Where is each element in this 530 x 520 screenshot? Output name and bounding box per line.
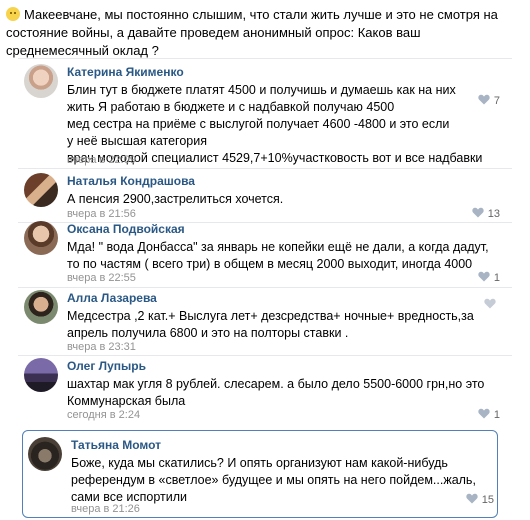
comment-time[interactable]: вчера в 22:55: [67, 271, 136, 285]
comment: Оксана Подвойская Мда! " вода Донбасса" …: [18, 221, 500, 285]
post-text: Макеевчане, мы постоянно слышим, что ста…: [6, 6, 511, 60]
like-button[interactable]: 15: [466, 493, 494, 507]
comment: Катерина Якименко Блин тут в бюджете пла…: [18, 64, 500, 168]
avatar[interactable]: [24, 358, 58, 392]
post-body: Макеевчане, мы постоянно слышим, что ста…: [6, 7, 498, 58]
comment: Олег Лупырь шахтар мак угля 8 рублей. сл…: [18, 358, 500, 424]
comment-line: жить Я работаю в бюджете и с надбавкой п…: [67, 100, 395, 114]
comment-text: А пенсия 2900,застрелиться хочется.: [67, 191, 497, 208]
comment-line: у неё высшая категория: [67, 134, 207, 148]
post-divider: [18, 58, 512, 59]
like-count: 15: [481, 494, 494, 506]
comment-time[interactable]: вчера в 21:26: [71, 502, 140, 516]
like-button[interactable]: 7: [478, 94, 500, 108]
comment: Татьяна Момот Боже, куда мы скатились? И…: [18, 437, 501, 516]
like-count: 1: [493, 272, 500, 284]
comment-author[interactable]: Алла Лазарева: [67, 290, 157, 306]
comment-time[interactable]: вчера в 23:31: [67, 340, 136, 354]
comment-divider: [18, 168, 512, 169]
heart-icon: [478, 94, 490, 105]
comment-line: Боже, куда мы скатились? И опять организ…: [71, 456, 448, 470]
comment-line: мед сестра на приёме с выслугой получает…: [67, 117, 450, 131]
comment-divider: [18, 287, 512, 288]
heart-icon: [466, 493, 478, 504]
comment-line: Мда! " вода Донбасса" за январь не копей…: [67, 240, 489, 254]
comment: Наталья Кондрашова А пенсия 2900,застрел…: [18, 173, 500, 221]
comment-text: Боже, куда мы скатились? И опять организ…: [71, 455, 501, 506]
comment: Алла Лазарева Медсестра ,2 кат.+ Выслуга…: [18, 290, 500, 354]
avatar[interactable]: [28, 437, 62, 471]
comment-divider: [18, 355, 512, 356]
heart-icon: [478, 271, 490, 282]
like-count: 1: [493, 409, 500, 421]
comment-line: референдум в «светлое» будущее и мы опят…: [71, 473, 476, 487]
like-button[interactable]: [484, 298, 500, 312]
like-button[interactable]: 13: [472, 207, 500, 221]
like-button[interactable]: 1: [478, 271, 500, 285]
comment-author[interactable]: Олег Лупырь: [67, 358, 146, 374]
comment-text: Мда! " вода Донбасса" за январь не копей…: [67, 239, 497, 273]
comment-line: Медсестра ,2 кат.+ Выслуга лет+ дезсредс…: [67, 309, 474, 323]
heart-icon: [478, 408, 490, 419]
heart-icon: [472, 207, 484, 218]
comment-author[interactable]: Татьяна Момот: [71, 437, 161, 453]
comment-line: шахтар мак угля 8 рублей. слесарем. а бы…: [67, 377, 485, 391]
avatar[interactable]: [24, 173, 58, 207]
comment-author[interactable]: Наталья Кондрашова: [67, 173, 195, 189]
like-button[interactable]: 1: [478, 408, 500, 422]
heart-icon: [484, 298, 496, 309]
comment-line: Блин тут в бюджете платят 4500 и получиш…: [67, 83, 456, 97]
comment-author[interactable]: Катерина Якименко: [67, 64, 184, 80]
like-count: 7: [493, 95, 500, 107]
comment-author[interactable]: Оксана Подвойская: [67, 221, 185, 237]
comment-time[interactable]: вчера в 21:56: [67, 207, 136, 221]
like-count: 13: [487, 208, 500, 220]
avatar[interactable]: [24, 221, 58, 255]
comment-time[interactable]: вчера в 22:09: [67, 153, 136, 167]
comment-text: шахтар мак угля 8 рублей. слесарем. а бы…: [67, 376, 497, 410]
comment-text: Медсестра ,2 кат.+ Выслуга лет+ дезсредс…: [67, 308, 497, 342]
avatar[interactable]: [24, 290, 58, 324]
avatar[interactable]: [24, 64, 58, 98]
comment-line: А пенсия 2900,застрелиться хочется.: [67, 192, 284, 206]
comment-time[interactable]: сегодня в 2:24: [67, 408, 140, 422]
smile-emoji-icon: [6, 7, 20, 21]
